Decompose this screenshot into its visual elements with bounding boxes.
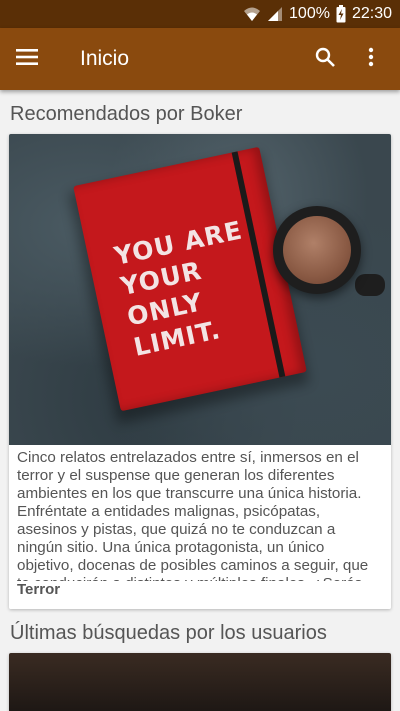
book-card[interactable]: YOU ARE YOUR ONLY LIMIT. Cinco relatos e… (9, 134, 391, 609)
search-result-card[interactable] (9, 653, 391, 711)
menu-button[interactable] (0, 28, 54, 90)
section-title-latest-searches: Últimas búsquedas por los usuarios (10, 622, 327, 644)
search-button[interactable] (302, 28, 348, 90)
book-cover-image[interactable]: YOU ARE YOUR ONLY LIMIT. (9, 134, 391, 445)
coffee-mug (273, 206, 361, 294)
menu-icon (16, 48, 38, 70)
app-bar: Inicio (0, 28, 400, 90)
cover-text: YOU ARE YOUR ONLY LIMIT. (111, 215, 246, 362)
book-genre: Terror (9, 581, 391, 609)
battery-percent: 100% (289, 5, 330, 22)
more-options-button[interactable] (348, 28, 394, 90)
battery-charging-icon (336, 5, 346, 23)
signal-icon (267, 6, 283, 22)
status-bar: 100% 22:30 (0, 0, 400, 28)
section-title-recommended: Recomendados por Boker (10, 103, 243, 125)
clock: 22:30 (351, 5, 392, 22)
main-content[interactable]: Recomendados por Boker YOU ARE YOUR ONLY… (0, 90, 400, 711)
search-icon (315, 47, 335, 72)
more-vert-icon (368, 47, 374, 72)
page-title: Inicio (80, 47, 130, 70)
wifi-icon (243, 6, 261, 22)
book-description: Cinco relatos entrelazados entre sí, inm… (17, 449, 369, 595)
